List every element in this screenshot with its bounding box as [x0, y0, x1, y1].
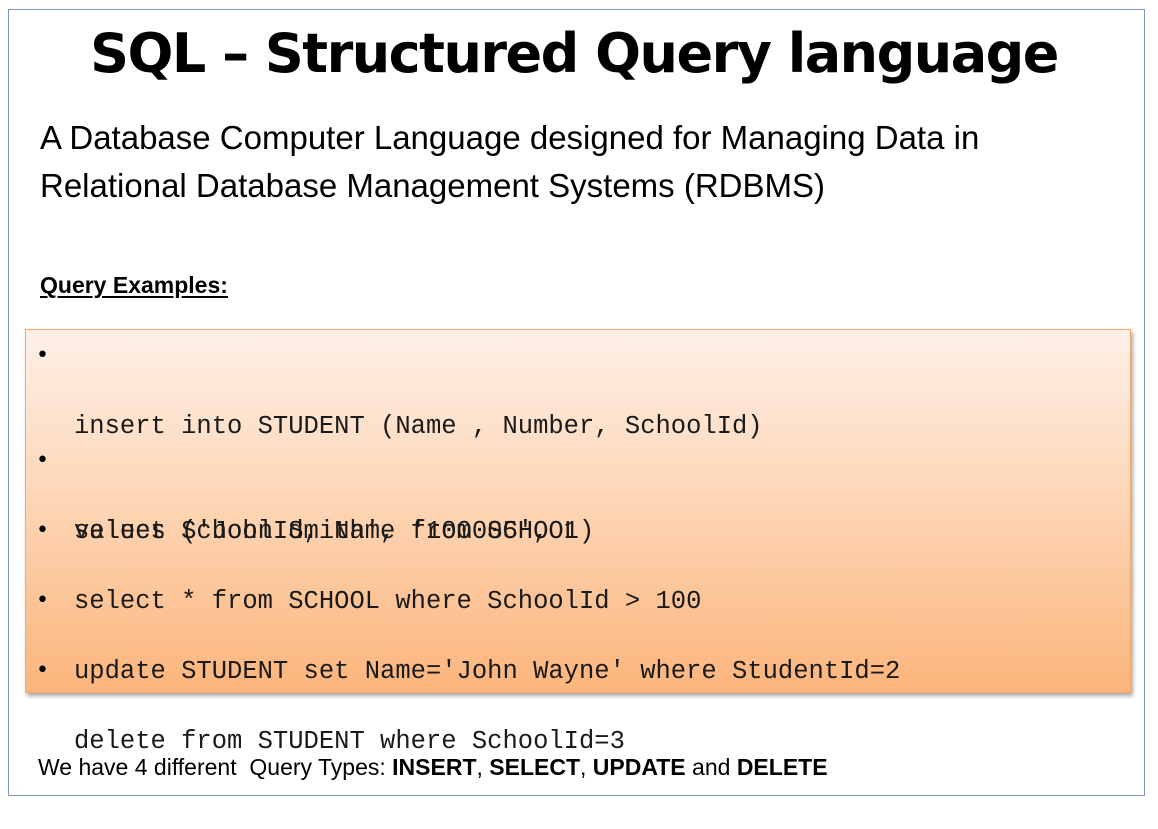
query-examples-box: • insert into STUDENT (Name , Number, Sc… — [25, 329, 1131, 756]
query-type-insert: INSERT — [392, 754, 477, 780]
bullet-icon: • — [36, 448, 49, 473]
slide-subtitle: A Database Computer Language designed fo… — [40, 114, 1120, 210]
query-code-line-1: insert into STUDENT (Name , Number, Scho… — [74, 412, 763, 441]
query-examples-heading: Query Examples: — [40, 272, 228, 298]
subtitle-line-2: Relational Database Management Systems (… — [40, 167, 825, 204]
query-code: delete from STUDENT where SchoolId=3 — [74, 654, 625, 829]
query-type-update: UPDATE — [592, 754, 686, 780]
bullet-icon: • — [36, 343, 49, 368]
summary-separator: , — [580, 754, 593, 780]
slide-title: SQL – Structured Query language — [90, 22, 1059, 85]
bullet-icon: • — [36, 588, 49, 613]
summary-separator: , — [476, 754, 490, 780]
subtitle-line-1: A Database Computer Language designed fo… — [40, 119, 980, 156]
query-types-summary: We have 4 different Query Types: INSERT,… — [38, 750, 828, 784]
query-type-delete: DELETE — [736, 754, 828, 780]
bullet-icon: • — [36, 518, 49, 543]
summary-separator: and — [685, 754, 737, 780]
summary-prefix: We have 4 different Query Types: — [38, 754, 393, 780]
query-type-select: SELECT — [489, 754, 581, 780]
bullet-icon: • — [36, 658, 49, 683]
